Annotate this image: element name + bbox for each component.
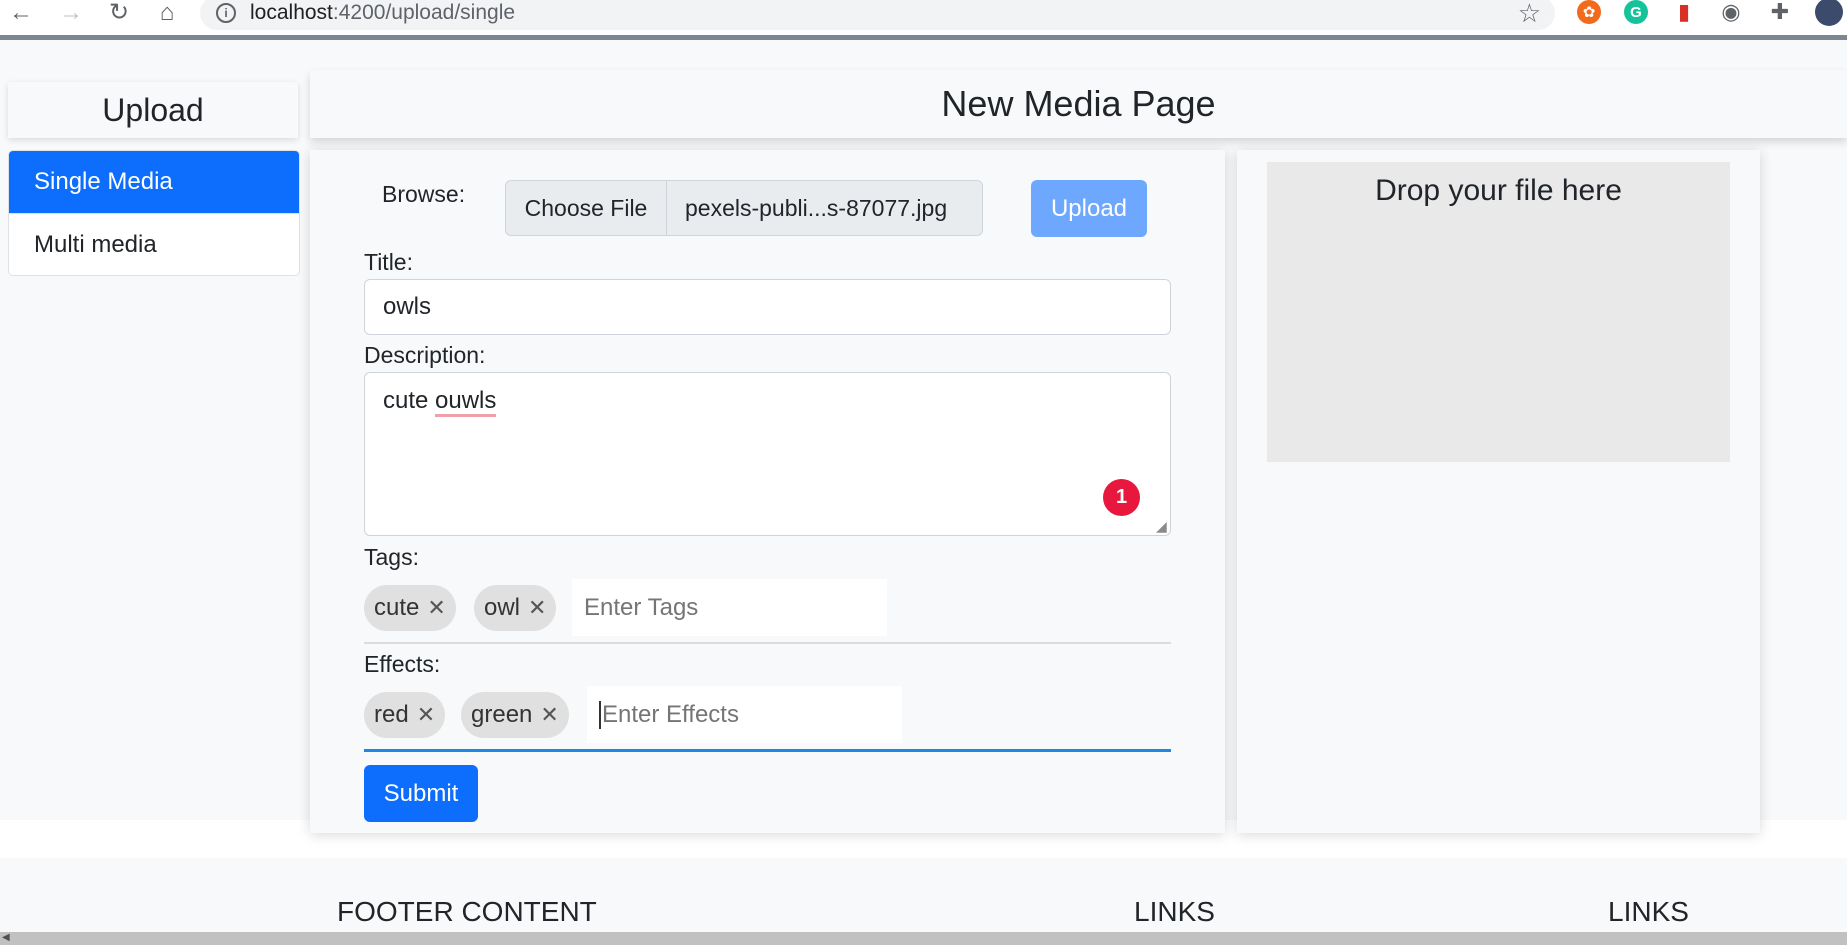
- address-bar[interactable]: i localhost:4200/upload/single ☆: [200, 0, 1555, 30]
- file-input[interactable]: Choose File pexels-publi...s-87077.jpg: [505, 180, 983, 236]
- tag-chip: cute ✕: [364, 585, 456, 631]
- remove-chip-icon[interactable]: ✕: [427, 595, 445, 621]
- upload-button[interactable]: Upload: [1031, 180, 1147, 237]
- description-label: Description:: [364, 342, 486, 368]
- choose-file-button[interactable]: Choose File: [506, 181, 667, 235]
- sidebar-item-single-media[interactable]: Single Media: [9, 151, 299, 213]
- sidebar-title: Upload: [8, 82, 298, 138]
- site-info-icon[interactable]: i: [216, 3, 236, 23]
- file-drop-zone[interactable]: Drop your file here: [1267, 162, 1730, 462]
- browse-label: Browse:: [382, 181, 466, 207]
- url-path: :4200/upload/single: [332, 1, 516, 24]
- back-icon[interactable]: ←: [6, 0, 36, 26]
- effects-focus-underline: [364, 749, 1171, 752]
- ublock-icon[interactable]: ✿: [1577, 0, 1601, 24]
- selected-file-name: pexels-publi...s-87077.jpg: [667, 181, 982, 235]
- tags-input[interactable]: Enter Tags: [572, 579, 887, 636]
- grammarly-icon[interactable]: G: [1624, 0, 1648, 24]
- title-input[interactable]: owls: [364, 279, 1171, 335]
- tag-chip-label: cute: [374, 594, 420, 621]
- bookmark-star-icon[interactable]: ☆: [1518, 0, 1541, 29]
- tags-underline: [364, 642, 1171, 644]
- remove-chip-icon[interactable]: ✕: [540, 702, 558, 728]
- effects-label: Effects:: [364, 651, 441, 677]
- browser-toolbar: ← → ↻ ⌂ i localhost:4200/upload/single ☆…: [0, 0, 1847, 40]
- reload-icon[interactable]: ↻: [104, 0, 134, 26]
- scroll-left-icon[interactable]: ◀: [2, 932, 10, 943]
- screencast-icon[interactable]: ◉: [1719, 0, 1743, 24]
- effect-chip-label: green: [471, 701, 533, 728]
- effects-input[interactable]: Enter Effects: [587, 686, 902, 743]
- horizontal-scrollbar[interactable]: ◀: [0, 932, 1847, 945]
- url-text: localhost:4200/upload/single: [250, 1, 515, 25]
- submit-button[interactable]: Submit: [364, 765, 478, 822]
- footer-links-heading: LINKS: [1608, 896, 1689, 927]
- remove-chip-icon[interactable]: ✕: [417, 702, 435, 728]
- remove-chip-icon[interactable]: ✕: [528, 595, 546, 621]
- footer-content-heading: FOOTER CONTENT: [337, 896, 597, 927]
- footer-links-heading: LINKS: [1134, 896, 1215, 927]
- tags-label: Tags:: [364, 544, 419, 570]
- forward-icon[interactable]: →: [56, 0, 86, 26]
- grammarly-badge-icon[interactable]: 1: [1103, 479, 1140, 516]
- sidebar-item-multi-media[interactable]: Multi media: [9, 213, 299, 275]
- tag-chip-label: owl: [484, 594, 521, 621]
- url-host: localhost: [250, 1, 333, 24]
- sidebar-nav: Single Media Multi media: [8, 150, 300, 276]
- home-icon[interactable]: ⌂: [152, 0, 182, 26]
- description-textarea[interactable]: cute ouwls: [364, 372, 1171, 536]
- profile-avatar[interactable]: [1815, 0, 1843, 26]
- effect-chip-label: red: [374, 701, 409, 728]
- drop-panel: Drop your file here: [1237, 150, 1760, 833]
- effect-chip: green ✕: [461, 692, 569, 738]
- title-label: Title:: [364, 249, 413, 275]
- page-title: New Media Page: [310, 70, 1847, 138]
- effect-chip: red ✕: [364, 692, 446, 738]
- resize-grip-icon[interactable]: ◢: [1156, 519, 1168, 533]
- tag-chip: owl ✕: [474, 585, 557, 631]
- bookmark-ext-icon[interactable]: ▮: [1672, 0, 1696, 24]
- drop-zone-text: Drop your file here: [1375, 174, 1622, 207]
- misspelled-word[interactable]: ouwls: [435, 387, 497, 417]
- description-text: cute: [383, 387, 436, 414]
- puzzle-icon[interactable]: ✚: [1768, 0, 1792, 24]
